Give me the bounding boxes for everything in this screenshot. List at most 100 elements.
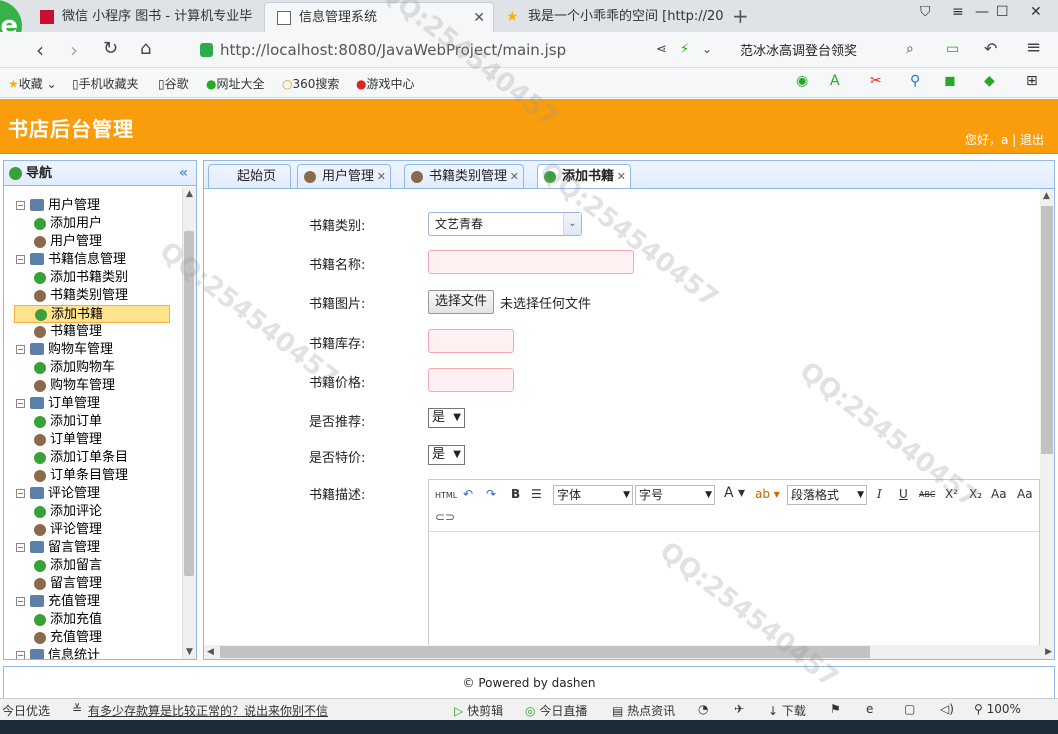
magnifier-icon[interactable]: ⚲ [910, 73, 920, 89]
scroll-left-icon[interactable]: ◀ [207, 647, 214, 657]
collapse-toggle-icon[interactable]: − [16, 345, 25, 354]
special-select[interactable]: 是 ▼ [428, 445, 465, 465]
sidebar-item[interactable]: 充值管理 [32, 629, 102, 647]
reload-icon[interactable]: ↻ [103, 38, 118, 59]
zoom-control[interactable]: ⚲ 100% [974, 702, 1021, 716]
user-greeting[interactable]: 您好，a | 退出 [965, 131, 1044, 148]
collapse-toggle-icon[interactable]: − [16, 255, 25, 264]
font-size-select[interactable]: 字号 ▼ [635, 485, 715, 505]
sidebar-item[interactable]: 用户管理 [32, 233, 102, 251]
tree-group[interactable]: − 评论管理 [16, 485, 100, 503]
plus-icon[interactable]: + [732, 2, 749, 30]
sidebar-item[interactable]: 添加书籍 [14, 305, 170, 323]
font-family-select[interactable]: 字体 ▼ [553, 485, 633, 505]
close-tab-icon[interactable]: ✕ [473, 3, 485, 32]
bookmark-mobile[interactable]: ▯手机收藏夹 [72, 75, 139, 92]
font-decrease-icon[interactable]: Aa [1017, 487, 1033, 501]
maximize-icon[interactable]: ☐ [996, 4, 1009, 20]
scroll-right-icon[interactable]: ▶ [1045, 647, 1052, 657]
scroll-down-icon[interactable]: ▼ [186, 647, 193, 657]
url-field[interactable]: http://localhost:8080/JavaWebProject/mai… [196, 37, 730, 63]
tab-category-management[interactable]: 书籍类别管理 ✕ [404, 164, 525, 189]
strikethrough-button[interactable]: ABC [919, 490, 935, 499]
sidebar-item[interactable]: 留言管理 [32, 575, 102, 593]
tab-add-book[interactable]: 添加书籍 ✕ [537, 164, 632, 189]
browser-tab-1[interactable]: 微信 小程序 图书 - 计算机专业毕 [28, 2, 264, 32]
category-select[interactable]: 文艺青春 ⌄ [428, 212, 582, 236]
bookmark-360[interactable]: ○360搜索 [282, 75, 339, 92]
sidebar-item[interactable]: 添加书籍类别 [32, 269, 128, 287]
refresh-icon[interactable]: ◔ [698, 702, 708, 716]
choose-file-button[interactable]: 选择文件 [428, 290, 495, 314]
highlight-icon[interactable]: ab ▾ [755, 487, 780, 501]
collapse-toggle-icon[interactable]: − [16, 489, 25, 498]
flag-icon[interactable]: ⚑ [830, 702, 841, 716]
forward-icon[interactable]: › [70, 38, 78, 62]
tree-group[interactable]: − 信息统计 [16, 647, 100, 659]
sidebar-item[interactable]: 书籍管理 [32, 323, 102, 341]
collapse-toggle-icon[interactable]: − [16, 543, 25, 552]
apps-grid-icon[interactable]: ⊞ [1026, 73, 1038, 89]
battery-icon[interactable]: ▭ [946, 41, 959, 57]
speaker-icon[interactable]: ◁) [940, 702, 954, 716]
home-icon[interactable]: ⌂ [140, 38, 151, 59]
tree-group[interactable]: − 书籍信息管理 [16, 251, 126, 269]
content-scroll-thumb[interactable] [1041, 206, 1053, 454]
close-window-icon[interactable]: ✕ [1030, 4, 1042, 20]
sidebar-scroll-thumb[interactable] [184, 231, 194, 576]
underline-button[interactable]: U [899, 487, 908, 501]
pin-icon[interactable]: ✈ [734, 702, 744, 716]
sidebar-item[interactable]: 评论管理 [32, 521, 102, 539]
tree-group[interactable]: − 订单管理 [16, 395, 100, 413]
book-name-input[interactable] [428, 250, 634, 274]
collapse-toggle-icon[interactable]: − [16, 399, 25, 408]
sidebar-item[interactable]: 添加订单 [32, 413, 102, 431]
scroll-up-icon[interactable]: ▲ [186, 189, 193, 199]
sidebar-item[interactable]: 添加充值 [32, 611, 102, 629]
window-icon[interactable]: ▢ [904, 702, 915, 716]
price-input[interactable] [428, 368, 514, 392]
content-vertical-scrollbar[interactable]: ▲ [1040, 189, 1054, 647]
undo-icon[interactable]: ↶ [463, 487, 473, 501]
status-live[interactable]: ◎ 今日直播 [525, 702, 587, 719]
minimize-icon[interactable]: — [975, 4, 989, 20]
horizontal-scroll-thumb[interactable] [220, 646, 870, 658]
sidebar-item[interactable]: 添加订单条目 [32, 449, 128, 467]
close-tab-icon[interactable]: ✕ [377, 165, 386, 189]
bookmark-google[interactable]: ▯谷歌 [158, 75, 189, 92]
sidebar-item[interactable]: 添加购物车 [32, 359, 115, 377]
paragraph-select[interactable]: 段落格式 ▼ [787, 485, 867, 505]
sidebar-scrollbar[interactable]: ▲ ▼ [182, 187, 196, 659]
font-color-button[interactable]: A ▾ [724, 485, 745, 501]
status-news-link[interactable]: 有多少存款算是比较正常的？说出来你别不信 [88, 702, 328, 719]
menu-lines-icon[interactable]: ≡ [952, 4, 964, 20]
ie-icon[interactable]: e [866, 702, 873, 716]
redo-icon[interactable]: ↷ [486, 487, 496, 501]
tree-group[interactable]: − 充值管理 [16, 593, 100, 611]
bookmark-games[interactable]: ●游戏中心 [356, 75, 415, 92]
back-icon[interactable]: ‹ [36, 38, 44, 62]
format-painter-icon[interactable]: ☰ [531, 487, 542, 501]
content-horizontal-scrollbar[interactable]: ◀ ▶ [204, 645, 1054, 659]
tab-user-management[interactable]: 用户管理 ✕ [297, 164, 392, 189]
bold-button[interactable]: B [511, 487, 520, 501]
browser-tab-3[interactable]: ★ 我是一个小乖乖的空间 [http://20 [494, 2, 728, 32]
sidebar-item[interactable]: 添加留言 [32, 557, 102, 575]
status-hot-news[interactable]: ▤ 热点资讯 [612, 702, 675, 719]
shirt-icon[interactable]: ⛉ [920, 4, 931, 20]
search-icon[interactable]: ⌕ [906, 41, 914, 57]
subscript-button[interactable]: X₂ [969, 487, 982, 501]
tree-group[interactable]: − 留言管理 [16, 539, 100, 557]
sidebar-item[interactable]: 添加评论 [32, 503, 102, 521]
share-icon[interactable]: ⋖ [656, 42, 667, 57]
status-download[interactable]: ↓ 下载 [768, 702, 806, 719]
font-increase-icon[interactable]: Aa [991, 487, 1007, 501]
tab-start-page[interactable]: 起始页 [208, 164, 292, 189]
sidebar-item[interactable]: 订单条目管理 [32, 467, 128, 485]
bookmark-sites[interactable]: ●网址大全 [206, 75, 265, 92]
status-quick-edit[interactable]: ▷ 快剪辑 [454, 702, 503, 719]
search-input[interactable]: 范冰冰高调登台领奖 [740, 40, 930, 62]
close-tab-icon[interactable]: ✕ [617, 165, 626, 189]
sidebar-item[interactable]: 添加用户 [32, 215, 102, 233]
recommend-select[interactable]: 是 ▼ [428, 408, 465, 428]
